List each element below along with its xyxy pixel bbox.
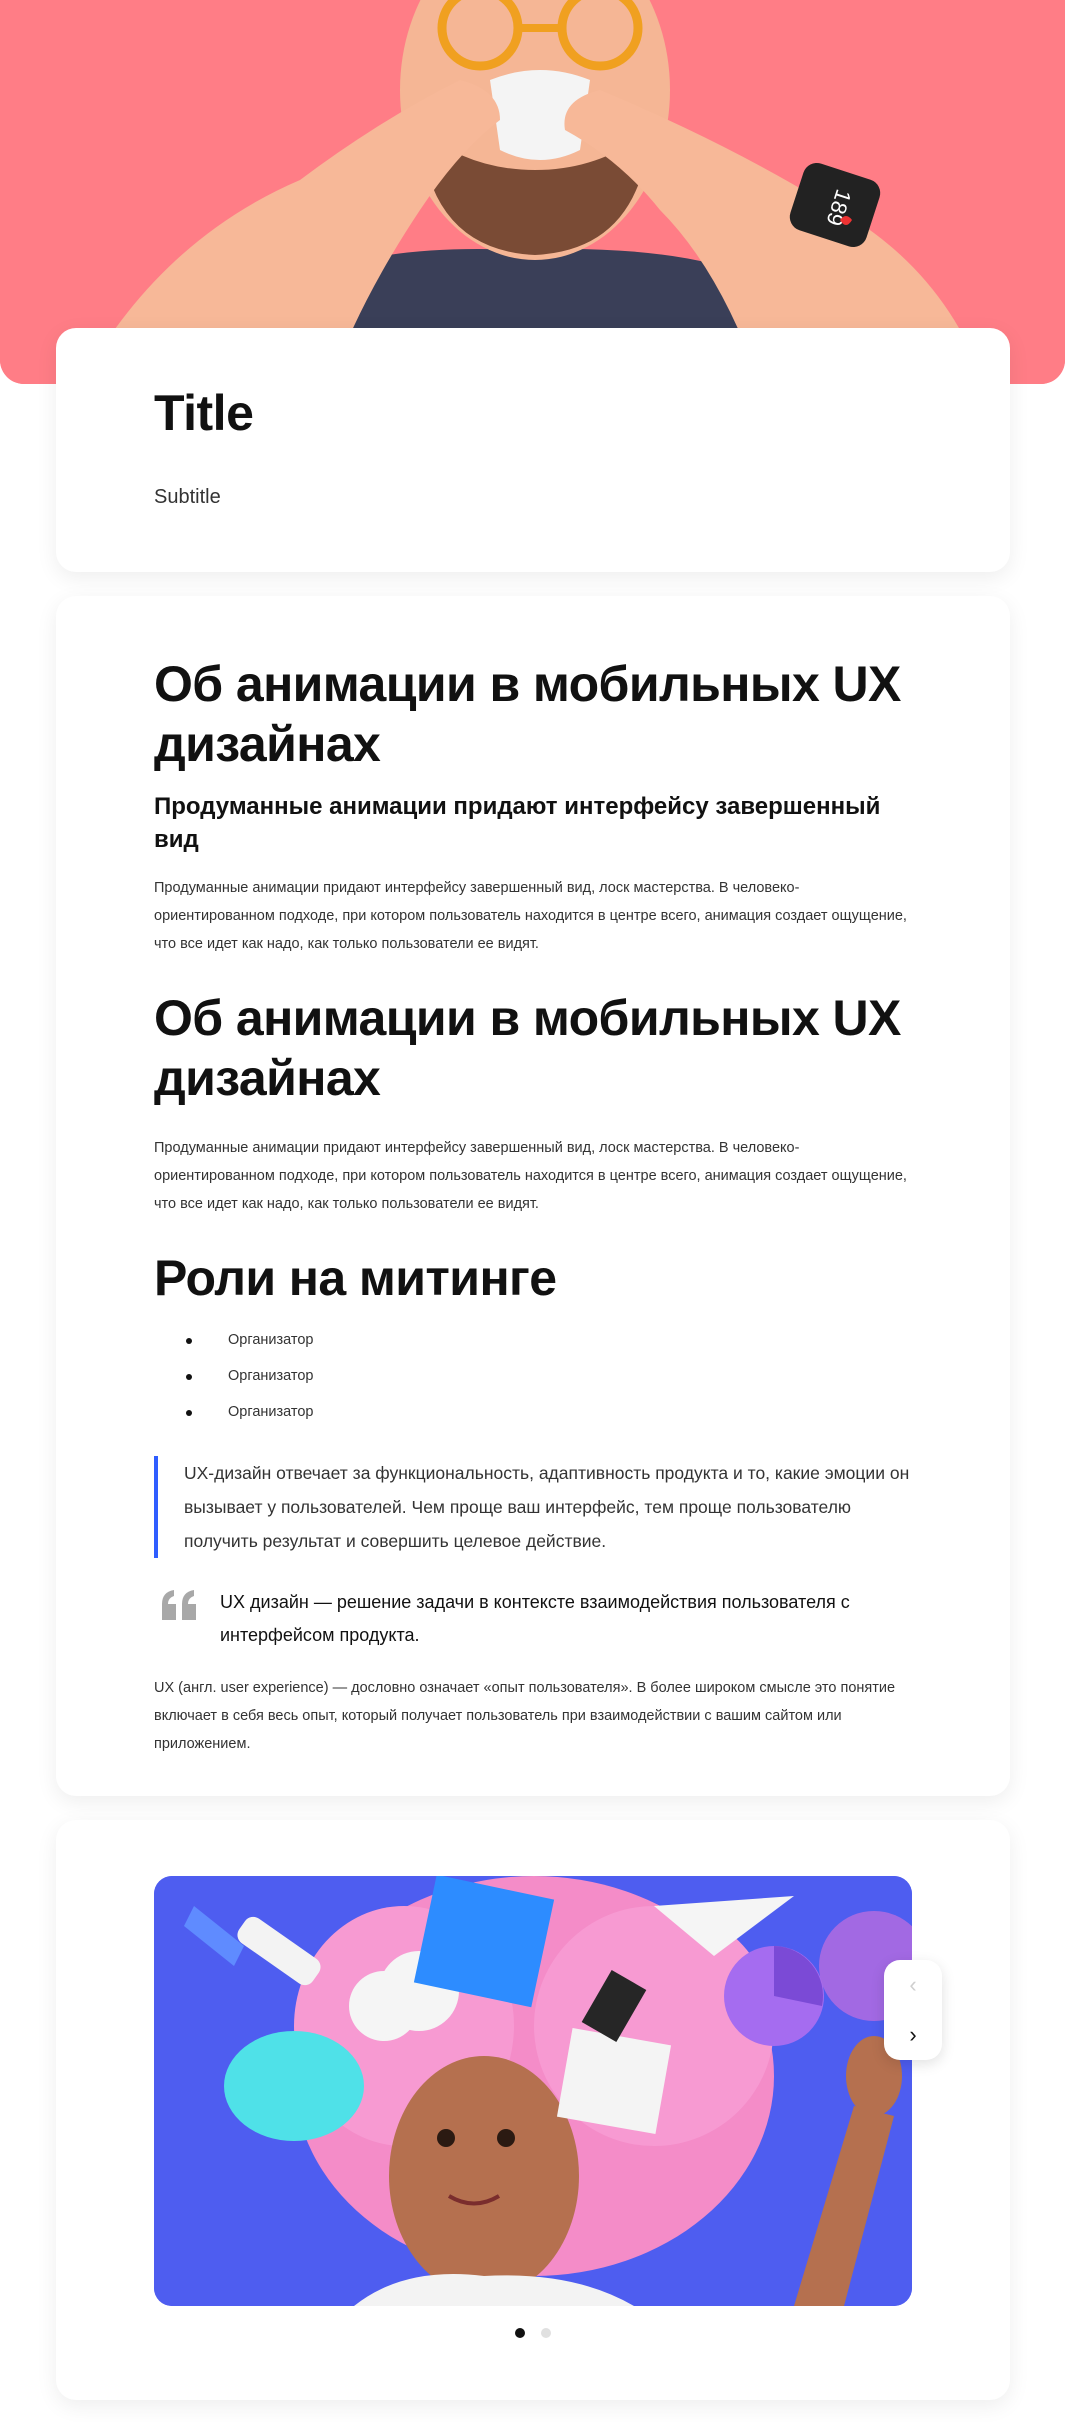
slider-prev-button[interactable]: ‹ xyxy=(884,1960,942,2010)
article-paragraph: Продуманные анимации придают интерфейсу … xyxy=(154,880,907,952)
slider-card: ‹ › xyxy=(56,1820,1010,2400)
slider-pagination xyxy=(56,2328,1010,2338)
blockquote: UX-дизайн отвечает за функциональность, … xyxy=(154,1456,914,1558)
roles-list: Организатор Организатор Организатор xyxy=(154,1322,914,1430)
article-heading-2: Об анимации в мобильных UX дизайнах xyxy=(154,990,901,1106)
article-body: Об анимации в мобильных UX дизайнах Прод… xyxy=(154,654,914,1758)
chevron-right-icon: › xyxy=(909,2022,917,2047)
list-item: Организатор xyxy=(186,1322,914,1358)
pull-quote: UX дизайн — решение задачи в контексте в… xyxy=(154,1586,914,1652)
article-heading: Об анимации в мобильных UX дизайнах xyxy=(154,656,901,772)
hero-illustration: 189 xyxy=(0,0,1065,384)
page-subtitle: Subtitle xyxy=(154,486,221,508)
title-card: Title Subtitle xyxy=(56,328,1010,572)
article-paragraph-2: Продуманные анимации придают интерфейсу … xyxy=(154,1140,907,1212)
slider-nav: ‹ › xyxy=(884,1960,942,2060)
article-card: Об анимации в мобильных UX дизайнах Прод… xyxy=(56,596,1010,1796)
quote-icon xyxy=(162,1590,196,1620)
slider-dot-active[interactable] xyxy=(515,2328,525,2338)
page-title: Title xyxy=(154,385,254,441)
pull-quote-text: UX дизайн — решение задачи в контексте в… xyxy=(220,1592,850,1645)
slider-dot[interactable] xyxy=(541,2328,551,2338)
slide-illustration xyxy=(154,1876,912,2306)
slider-next-button[interactable]: › xyxy=(884,2010,942,2060)
article-paragraph-3: UX (англ. user experience) — дословно оз… xyxy=(154,1680,896,1752)
roles-heading: Роли на митинге xyxy=(154,1250,557,1306)
chevron-left-icon: ‹ xyxy=(909,1972,917,1997)
list-item: Организатор xyxy=(186,1358,914,1394)
article-subheading: Продуманные анимации придают интерфейсу … xyxy=(154,793,881,853)
hero-image: 189 xyxy=(0,0,1065,384)
list-item: Организатор xyxy=(186,1394,914,1430)
slide-image xyxy=(154,1876,912,2306)
